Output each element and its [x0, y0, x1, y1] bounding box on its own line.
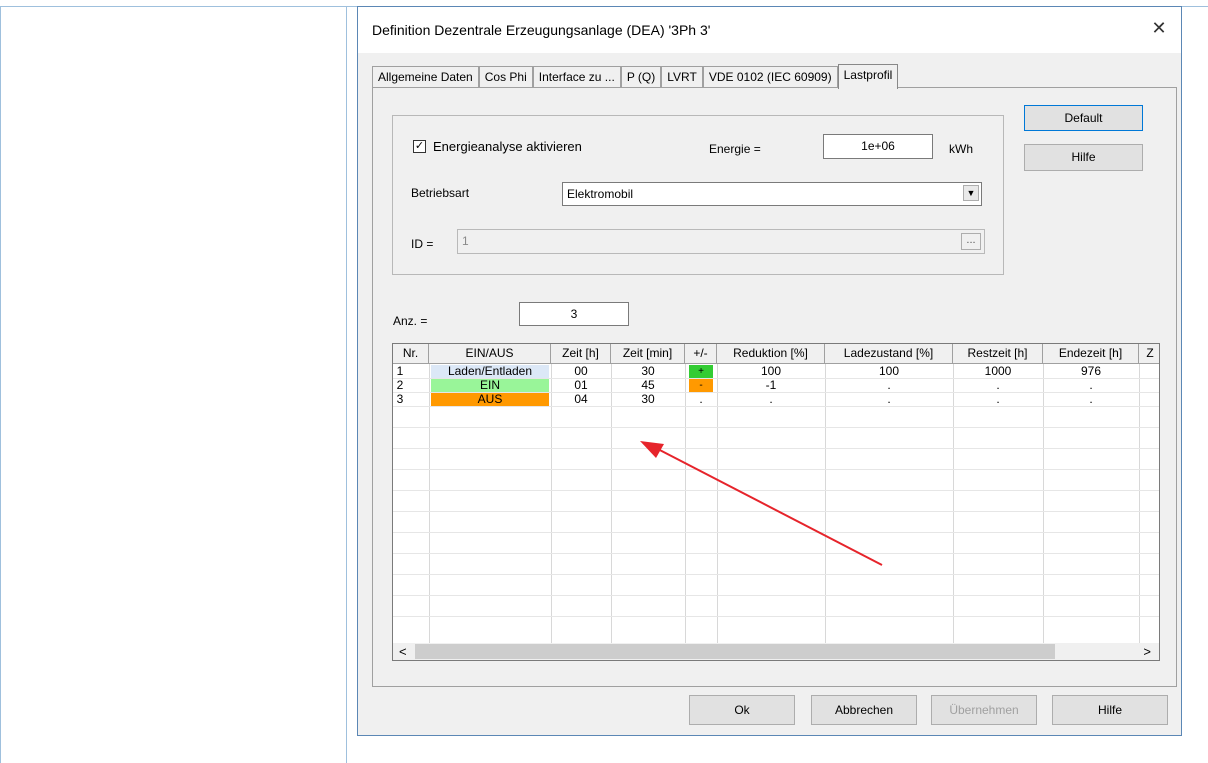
tab-lastprofil[interactable]: Lastprofil — [837, 64, 899, 89]
arrow-shaft — [651, 445, 883, 566]
arrow-head — [640, 441, 664, 458]
annotation-arrow-icon — [640, 441, 883, 566]
